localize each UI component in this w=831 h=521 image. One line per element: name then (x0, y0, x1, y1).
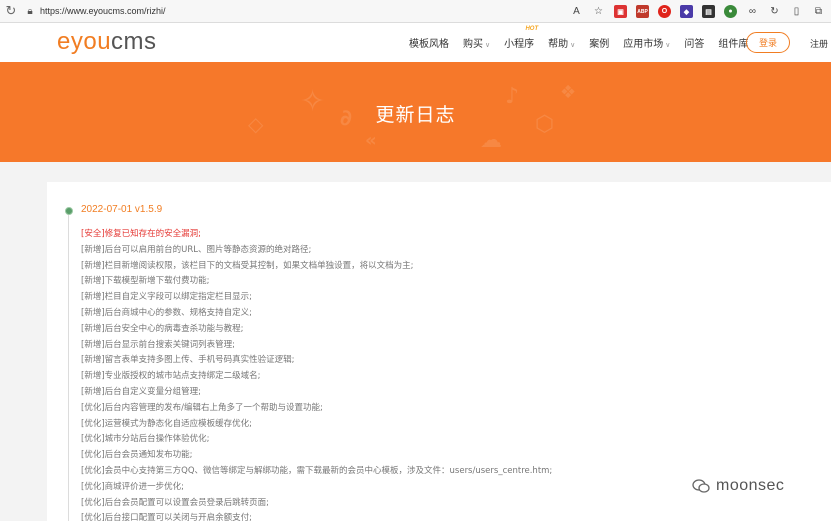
nav-label: 组件库 (718, 39, 749, 50)
timeline-dot (65, 207, 73, 215)
collections-icon[interactable]: ⧉ (812, 5, 825, 18)
extension-icon-3[interactable]: ▤ (702, 5, 715, 18)
timeline-line (68, 212, 69, 521)
watermark-text: moonsec (716, 477, 785, 494)
sidebar-icon[interactable]: ▯ (790, 5, 803, 18)
version-heading: 2022-07-01 v1.5.9 (81, 204, 163, 215)
change-item: [新增]栏目新增阅读权限，该栏目下的文档受其控制，如果文档单独设置，将以文档为主… (81, 260, 414, 271)
wechat-icon (692, 479, 710, 493)
url-field[interactable]: https://www.eyoucms.com/rizhi/ (40, 6, 166, 16)
logo-part-eyou: eyou (57, 28, 112, 55)
browser-toolbar: A ☆ ▣ ABP O ◆ ▤ ● ∞ ↻ ▯ ⧉ (570, 0, 825, 23)
nav-item-miniprogram[interactable]: 小程序 HOT (504, 26, 538, 50)
change-item: [优化]后台会员配置可以设置会员登录后跳转页面; (81, 497, 269, 508)
read-aloud-icon[interactable]: A (570, 5, 583, 18)
infinity-icon[interactable]: ∞ (746, 5, 759, 18)
change-item: [优化]城市分站后台操作体验优化; (81, 434, 210, 445)
extension-icon-1[interactable]: ▣ (614, 5, 627, 18)
change-item: [优化]后台内容管理的发布/编辑右上角多了一个帮助与设置功能; (81, 402, 323, 413)
nav-item-buy[interactable]: 购买 ∨ (463, 35, 490, 50)
change-item: [新增]后台安全中心的病毒查杀功能与教程; (81, 323, 244, 334)
change-item: [新增]后台显示前台搜索关键词列表管理; (81, 339, 235, 350)
register-link[interactable]: 注册 (810, 37, 828, 50)
opera-icon[interactable]: O (658, 5, 671, 18)
chevron-down-icon: ∨ (485, 41, 491, 49)
lock-icon[interactable]: 🔒︎ (22, 0, 38, 23)
refresh-icon[interactable]: ↻ (0, 0, 22, 23)
banner-decoration: ☁ (480, 128, 502, 153)
extension-icon-2[interactable]: ◆ (680, 5, 693, 18)
change-item: [新增]栏目自定义字段可以绑定指定栏目显示; (81, 292, 252, 303)
change-item: [新增]后台可以启用前台的URL、图片等静态资源的绝对路径; (81, 244, 312, 255)
nav-label: 问答 (684, 39, 705, 50)
hot-badge: HOT (525, 26, 539, 32)
nav-label: 模板风格 (409, 39, 449, 50)
change-item: [新增]留言表单支持多图上传、手机号码真实性验证逻辑; (81, 355, 295, 366)
nav-item-components[interactable]: 组件库 (718, 35, 748, 50)
logo-part-cms: cms (111, 28, 157, 55)
nav-label: 小程序 (504, 39, 535, 50)
login-button[interactable]: 登录 (746, 32, 790, 53)
change-item: [安全]修复已知存在的安全漏洞; (81, 229, 201, 239)
chevron-down-icon: ∨ (570, 41, 576, 49)
extension-icon-4[interactable]: ● (724, 5, 737, 18)
favorite-icon[interactable]: ☆ (592, 5, 605, 18)
page-title: 更新日志 (375, 104, 456, 126)
change-item: [优化]运营模式为静态化自适应模板缓存优化; (81, 418, 252, 429)
nav-item-help[interactable]: 帮助 ∨ (548, 35, 575, 50)
change-list: [安全]修复已知存在的安全漏洞; [新增]后台可以启用前台的URL、图片等静态资… (81, 227, 552, 521)
change-item: [优化]后台会员通知发布功能; (81, 450, 193, 461)
change-item: [新增]后台商城中心的参数、规格支持自定义; (81, 307, 252, 318)
changelog-card: 2022-07-01 v1.5.9 [安全]修复已知存在的安全漏洞; [新增]后… (47, 182, 831, 521)
nav-item-app-market[interactable]: 应用市场 ∨ (623, 35, 670, 50)
nav-item-qa[interactable]: 问答 (684, 35, 704, 50)
chevron-down-icon: ∨ (665, 41, 671, 49)
nav-label: 应用市场 (623, 39, 664, 50)
change-item: [新增]下载模型新增下载付费功能; (81, 276, 210, 287)
nav-label: 帮助 (548, 39, 569, 50)
adblock-icon[interactable]: ABP (636, 5, 649, 18)
page-banner: ✧ ∂ « ◇ ☁ ♪ ⬡ ❖ 更新日志 (0, 62, 831, 162)
nav-label: 购买 (463, 39, 483, 50)
watermark: moonsec (692, 477, 784, 495)
nav-item-cases[interactable]: 案例 (589, 35, 609, 50)
main-nav: 模板风格 购买 ∨ 小程序 HOT 帮助 ∨ 案例 应用市场 ∨ 问答 组件库 (409, 23, 762, 62)
site-logo[interactable]: eyoucms (57, 29, 157, 55)
banner-decoration: « (365, 130, 377, 151)
change-item: [优化]后台接口配置可以关闭与开启余额支付; (81, 513, 252, 521)
nav-label: 案例 (589, 39, 610, 50)
change-item: [优化]会员中心支持第三方QQ、微信等绑定与解绑功能，需下载最新的会员中心模板，… (81, 465, 553, 476)
site-header: eyoucms 模板风格 购买 ∨ 小程序 HOT 帮助 ∨ 案例 应用市场 ∨ 问答 … (0, 23, 831, 62)
change-item: [新增]专业版授权的城市站点支持绑定二级域名; (81, 371, 261, 382)
refresh-extension-icon[interactable]: ↻ (768, 5, 781, 18)
nav-item-templates[interactable]: 模板风格 (409, 35, 449, 50)
browser-address-bar: ↻ 🔒︎ https://www.eyoucms.com/rizhi/ A ☆ … (0, 0, 831, 23)
change-item: [新增]后台自定义变量分组管理; (81, 386, 201, 397)
change-item: [优化]商城评价进一步优化; (81, 481, 184, 492)
